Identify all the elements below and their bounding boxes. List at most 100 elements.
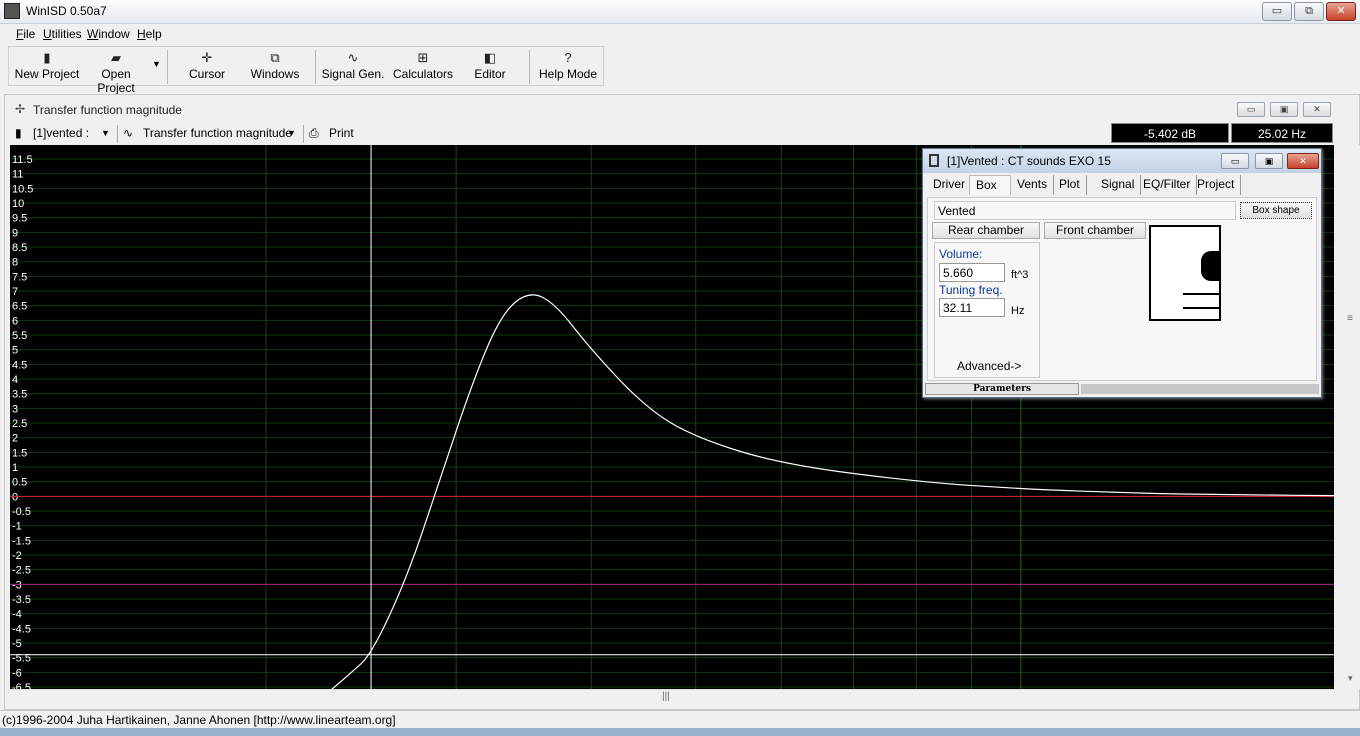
calculator-icon: ⊞ — [417, 50, 429, 65]
menu-file[interactable]: File — [16, 27, 35, 41]
graph-toolbar-separator — [117, 125, 118, 143]
parameters-tab[interactable]: Parameters — [925, 383, 1079, 395]
parameters-track — [1081, 384, 1319, 394]
tab-eq-filter[interactable]: EQ/Filter — [1137, 175, 1198, 195]
crosshair-icon: ✛ — [201, 50, 213, 65]
sine-wave-icon: ∿ — [123, 126, 134, 140]
windows-label: Windows — [250, 67, 300, 81]
vertical-scrollbar[interactable]: ≡ ▾ — [1344, 145, 1360, 689]
y-tick-label: 7.5 — [12, 271, 27, 283]
close-button[interactable]: ✕ — [1326, 2, 1356, 21]
y-tick-label: 3.5 — [12, 389, 27, 401]
graph-toolbar: ▮ [1]vented : ▼ ∿ Transfer function magn… — [11, 123, 1357, 145]
status-bar: (c)1996-2004 Juha Hartikainen, Janne Aho… — [0, 710, 1360, 728]
volume-label: Volume: — [939, 247, 983, 261]
y-tick-label: 4 — [12, 374, 18, 386]
tab-signal[interactable]: Signal — [1095, 175, 1142, 195]
help-mode-label: Help Mode — [538, 67, 598, 81]
graph-type-dropdown-icon[interactable]: ▼ — [287, 128, 296, 138]
minimize-button[interactable]: ▭ — [1262, 2, 1292, 21]
scroll-down-icon[interactable]: ▾ — [1348, 673, 1353, 684]
y-tick-label: 0 — [12, 491, 18, 503]
volume-input[interactable]: 5.660 — [939, 263, 1005, 282]
readout-hz: 25.02 Hz — [1231, 123, 1333, 143]
help-mode-button[interactable]: ? Help Mode — [535, 49, 601, 85]
open-project-button[interactable]: ▰ Open Project — [81, 49, 151, 95]
print-button[interactable]: Print — [329, 126, 354, 140]
box-shape-button[interactable]: Box shape — [1240, 202, 1312, 219]
box-diagram — [1149, 225, 1221, 321]
menu-utilities[interactable]: Utilities — [43, 27, 82, 41]
box-dialog-title: [1]Vented : CT sounds EXO 15 — [947, 154, 1111, 168]
tab-project[interactable]: Project — [1191, 175, 1242, 195]
menu-help[interactable]: Help — [137, 27, 162, 41]
tab-box[interactable]: Box — [969, 175, 1011, 195]
menu-bar: File Utilities Window Help — [0, 24, 1360, 44]
windows-button[interactable]: ⧉ Windows — [245, 49, 305, 85]
box-dialog-titlebar: [1]Vented : CT sounds EXO 15 ▭ ▣ ✕ — [923, 149, 1321, 173]
app-title: WinISD 0.50a7 — [26, 4, 107, 18]
scroll-grip-icon: ≡ — [1347, 313, 1353, 324]
cursor-label: Cursor — [188, 67, 225, 81]
main-toolbar: ▮ New Project ▰ Open Project ▼ ✛ Cursor … — [8, 46, 604, 95]
graph-type-select[interactable]: Transfer function magnitude — [143, 126, 292, 140]
horizontal-scrollbar[interactable]: ||| — [10, 689, 1334, 705]
dialog-close-button[interactable]: ✕ — [1287, 153, 1319, 169]
y-tick-label: 7 — [12, 286, 18, 298]
box-type-field[interactable]: Vented — [934, 201, 1236, 220]
dialog-minimize-button[interactable]: ▭ — [1221, 153, 1249, 169]
y-tick-label: 4.5 — [12, 359, 27, 371]
graph-toolbar-separator — [303, 125, 304, 143]
y-tick-label: 6 — [12, 315, 18, 327]
cursor-button[interactable]: ✛ Cursor — [177, 49, 237, 85]
tab-vents[interactable]: Vents — [1011, 175, 1055, 195]
box-dialog: [1]Vented : CT sounds EXO 15 ▭ ▣ ✕ Drive… — [922, 148, 1322, 398]
tab-plot[interactable]: Plot — [1053, 175, 1087, 195]
tuning-freq-label: Tuning freq. — [939, 283, 1003, 297]
speaker-driver-icon — [1201, 251, 1219, 281]
calculators-button[interactable]: ⊞ Calculators — [391, 49, 455, 85]
y-tick-label: 10.5 — [12, 183, 33, 195]
graph-maximize-button[interactable]: ▣ — [1270, 102, 1298, 117]
y-tick-label: -6 — [12, 667, 22, 679]
advanced-button[interactable]: Advanced-> — [957, 359, 1021, 373]
volume-unit: ft^3 — [1011, 269, 1029, 281]
y-tick-label: -3 — [12, 579, 22, 591]
y-tick-label: 9.5 — [12, 213, 27, 225]
y-tick-label: 2 — [12, 433, 18, 445]
maximize-button[interactable]: ⧉ — [1294, 2, 1324, 21]
y-tick-label: 9 — [12, 227, 18, 239]
box-tab-panel: Vented Box shape Rear chamber Front cham… — [927, 197, 1317, 381]
new-project-button[interactable]: ▮ New Project — [13, 49, 81, 85]
project-select[interactable]: [1]vented : — [33, 126, 89, 140]
open-folder-icon: ▰ — [111, 50, 121, 65]
tuning-freq-unit: Hz — [1011, 305, 1025, 317]
open-project-dropdown-icon[interactable]: ▼ — [152, 59, 161, 69]
tab-driver[interactable]: Driver — [927, 175, 972, 195]
scroll-grip-icon: ||| — [662, 691, 670, 702]
toolbar-separator — [167, 50, 168, 84]
status-text: (c)1996-2004 Juha Hartikainen, Janne Aho… — [2, 713, 396, 727]
y-tick-label: 0.5 — [12, 477, 27, 489]
signal-gen-button[interactable]: ∿ Signal Gen. — [321, 49, 385, 85]
taskbar — [0, 728, 1360, 736]
toolbar-separator — [529, 50, 530, 84]
project-dropdown-icon[interactable]: ▼ — [101, 128, 110, 138]
vent-line — [1183, 307, 1219, 309]
y-tick-label: -0.5 — [12, 506, 31, 518]
signal-gen-label: Signal Gen. — [321, 67, 385, 81]
menu-window[interactable]: Window — [87, 27, 130, 41]
rear-chamber-button[interactable]: Rear chamber — [932, 222, 1040, 239]
title-bar: WinISD 0.50a7 ▭ ⧉ ✕ — [0, 0, 1360, 24]
editor-label: Editor — [474, 67, 506, 81]
project-icon — [929, 154, 939, 167]
dialog-maximize-button[interactable]: ▣ — [1255, 153, 1283, 169]
graph-minimize-button[interactable]: ▭ — [1237, 102, 1265, 117]
y-tick-label: -3.5 — [12, 594, 31, 606]
editor-button[interactable]: ◧ Editor — [465, 49, 515, 85]
tuning-freq-input[interactable]: 32.11 — [939, 298, 1005, 317]
front-chamber-button[interactable]: Front chamber — [1044, 222, 1146, 239]
y-tick-label: -4 — [12, 609, 22, 621]
graph-close-button[interactable]: ✕ — [1303, 102, 1331, 117]
graph-window-title: Transfer function magnitude — [33, 103, 182, 117]
